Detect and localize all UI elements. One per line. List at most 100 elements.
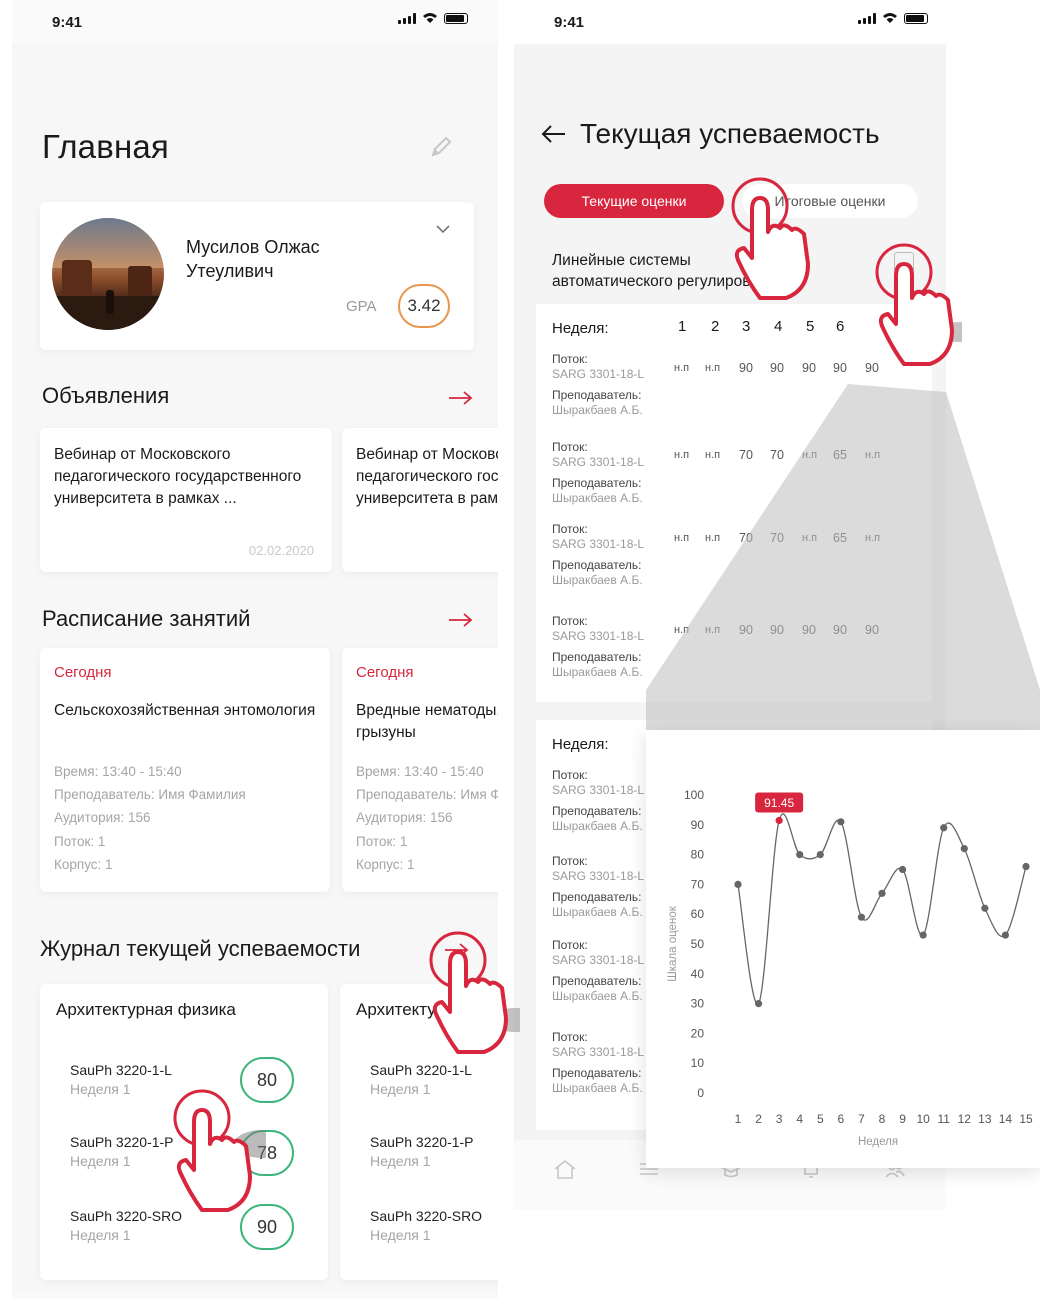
data-point [940, 824, 948, 832]
schedule-meta: Время: 13:40 - 15:40 Преподаватель: Имя … [356, 764, 498, 872]
y-tick-label: 40 [691, 967, 705, 981]
journal-card-title: Архитектурная физика [56, 1000, 236, 1019]
y-tick-label: 60 [691, 907, 705, 921]
status-bar: 9:41 [514, 0, 946, 40]
schedule-meta: Время: 13:40 - 15:40 Преподаватель: Имя … [54, 764, 246, 872]
x-tick-label: 4 [796, 1112, 803, 1126]
data-point [734, 880, 742, 888]
chevron-down-icon[interactable] [435, 224, 451, 234]
status-bar: 9:41 [12, 0, 498, 40]
y-tick-label: 30 [691, 997, 705, 1011]
x-tick-label: 9 [899, 1112, 906, 1126]
page-title: Главная [42, 128, 170, 165]
highlight-label: 91.45 [764, 796, 794, 810]
tap-hand-icon [731, 177, 810, 300]
y-tick-label: 0 [697, 1086, 704, 1100]
status-time: 9:41 [52, 14, 83, 31]
schedule-subject: Вредные нематоды, клещи и грызуны [356, 702, 498, 741]
y-tick-label: 10 [691, 1056, 705, 1070]
announcement-date: 02.02.2020 [248, 543, 314, 558]
stream-info: Поток: SARG 3301-18-L Преподаватель: Шырак… [552, 614, 645, 679]
wifi-icon [423, 13, 437, 23]
x-tick-label: 7 [858, 1112, 865, 1126]
home-icon[interactable] [552, 1158, 578, 1180]
data-point [898, 865, 907, 874]
week-number: 5 [806, 318, 815, 335]
x-tick-label: 15 [1019, 1112, 1033, 1126]
journal-title: Журнал текущей успеваемости [40, 936, 361, 961]
data-point [878, 889, 886, 897]
y-axis-label: Шкала оценок [667, 905, 679, 982]
x-tick-label: 11 [937, 1112, 950, 1126]
announcement-text: Вебинар от Московского педагогического г… [356, 446, 498, 507]
announcement-card[interactable]: Вебинар от Московского педагогического г… [40, 428, 332, 572]
schedule-day: Сегодня [356, 664, 414, 681]
x-tick-label: 13 [978, 1112, 992, 1126]
week-number: 3 [742, 318, 751, 335]
edit-icon[interactable] [428, 134, 454, 160]
chart-popup: 0 10 20 30 40 50 60 70 80 90 100 1 2 3 4 5 6 7 8 9 10 11 12 13 1… [646, 730, 1040, 1168]
x-tick-label: 5 [817, 1112, 824, 1126]
x-tick-label: 2 [755, 1112, 762, 1126]
stream-info: Поток: SARG 3301-18-L Преподаватель: Шырак… [552, 938, 645, 1003]
week-label: Неделя: [552, 320, 609, 337]
signal-icon [858, 12, 876, 24]
signal-icon [398, 12, 416, 24]
profile-card[interactable]: Мусилов Олжас Утеуливич GPA 3.42 [40, 202, 474, 350]
schedule-subject: Сельскохозяйственная энтомология [54, 702, 316, 719]
battery-icon [904, 12, 928, 24]
schedule-day: Сегодня [54, 664, 112, 681]
x-tick-label: 14 [999, 1112, 1013, 1126]
schedule-card[interactable]: Сегодня Вредные нематоды, клещи и грызун… [342, 648, 498, 892]
x-tick-label: 1 [735, 1112, 742, 1126]
back-arrow-icon[interactable] [540, 124, 566, 144]
announcement-text: Вебинар от Московского педагогического г… [54, 446, 302, 507]
tap-hand-icon [173, 1089, 266, 1212]
grades-line-chart: 01020304050607080901001 2 3 4 5 6 7 8 9 10 11 12 13 1… [667, 788, 1033, 1148]
data-point [796, 851, 804, 859]
data-point [857, 913, 866, 921]
tab-current-grades[interactable]: Текущие оценки [544, 184, 724, 218]
data-point [1001, 931, 1010, 939]
week-number: 4 [774, 318, 783, 335]
data-point [754, 1000, 763, 1008]
y-tick-label: 100 [684, 788, 704, 802]
schedule-title: Расписание занятий [42, 606, 251, 631]
announcement-card[interactable]: Вебинар от Московского педагогического г… [342, 428, 498, 572]
data-point [960, 845, 968, 853]
x-tick-label: 8 [879, 1112, 886, 1126]
x-tick-label: 3 [776, 1112, 783, 1126]
status-time: 9:41 [554, 14, 585, 31]
journal-row: SauPh 3220-SRO Неделя 1 [370, 1208, 483, 1243]
tap-hand-icon [875, 243, 962, 366]
stream-info: Поток: SARG 3301-18-L Преподаватель: Шырак… [552, 352, 645, 417]
journal-row: SauPh 3220-1-P Неделя 1 [370, 1134, 474, 1169]
stream-info: Поток: SARG 3301-18-L Преподаватель: Шырак… [552, 768, 645, 833]
x-tick-label: 10 [916, 1112, 930, 1126]
gpa-badge: 3.42 [398, 284, 450, 328]
battery-icon [444, 12, 468, 24]
stream-info: Поток: SARG 3301-18-L Преподаватель: Шырак… [552, 440, 645, 505]
gpa-label: GPA [346, 298, 377, 315]
y-tick-label: 20 [691, 1026, 705, 1040]
announcements-arrow-icon[interactable] [448, 390, 474, 406]
schedule-arrow-icon[interactable] [448, 612, 474, 628]
avatar [52, 218, 164, 330]
y-tick-label: 70 [691, 877, 705, 891]
wifi-icon [883, 13, 897, 23]
stream-info: Поток: SARG 3301-18-L Преподаватель: Шырак… [552, 522, 645, 587]
schedule-card[interactable]: Сегодня Сельскохозяйственная энтомология… [40, 648, 330, 892]
profile-name: Мусилов Олжас Утеуливич [186, 237, 320, 281]
stream-info: Поток: SARG 3301-18-L Преподаватель: Шырак… [552, 854, 645, 919]
x-axis-label: Неделя [858, 1136, 898, 1148]
tap-hand-icon [429, 931, 520, 1054]
x-tick-label: 6 [838, 1112, 845, 1126]
data-point [1022, 862, 1030, 871]
data-point [919, 931, 927, 939]
data-point [837, 818, 845, 826]
week-number: 1 [678, 318, 687, 335]
stream-info: Поток: SARG 3301-18-L Преподаватель: Шырак… [552, 1030, 645, 1095]
announcements-title: Объявления [42, 383, 170, 408]
data-point [981, 904, 989, 912]
y-tick-label: 80 [691, 848, 705, 862]
